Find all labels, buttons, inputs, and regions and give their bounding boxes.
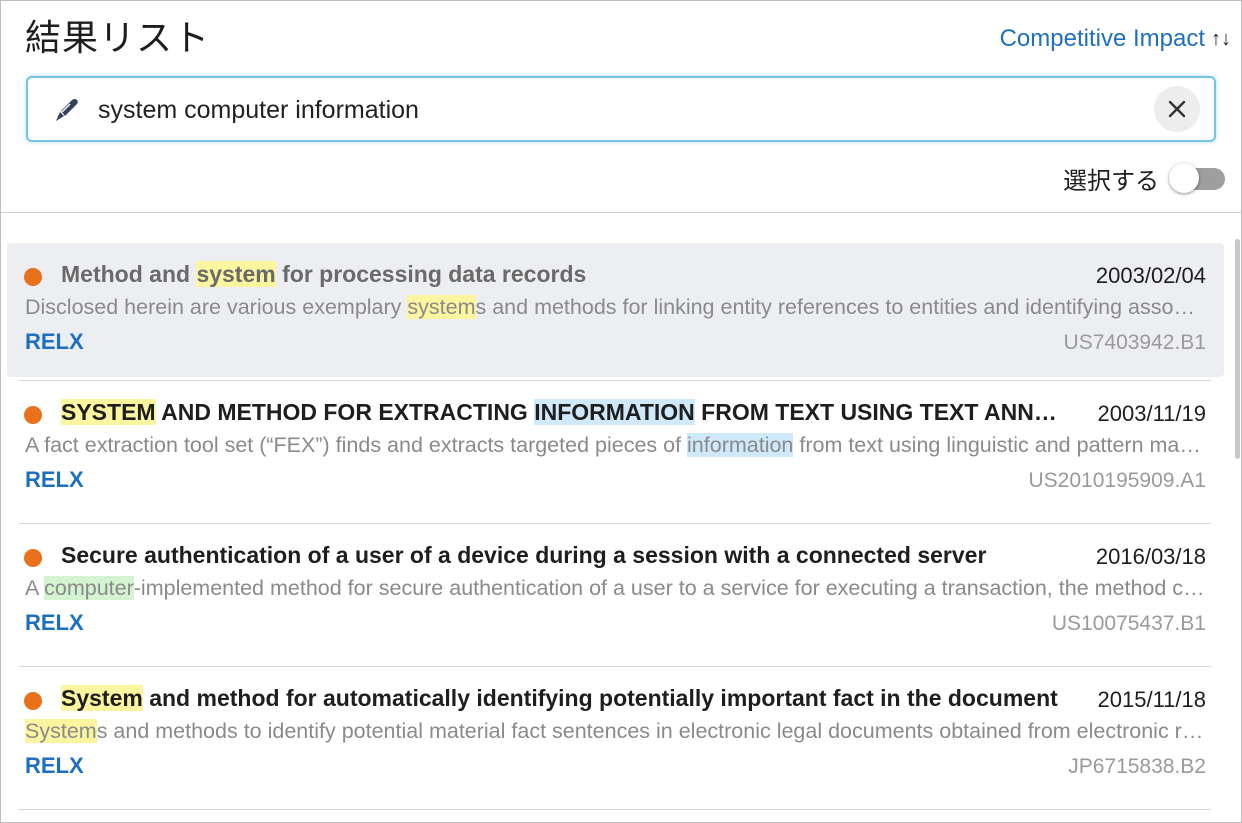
result-source-link[interactable]: RELX bbox=[25, 467, 84, 493]
status-dot-icon bbox=[24, 406, 42, 424]
select-toggle-row: 選択する bbox=[1063, 161, 1225, 196]
highlighted-term: SYSTEM bbox=[61, 399, 156, 425]
scrollbar-thumb[interactable] bbox=[1235, 239, 1240, 459]
search-box bbox=[26, 76, 1216, 142]
text-segment: from text using linguistic and pattern m… bbox=[799, 433, 1205, 457]
text-segment: s and methods for linking entity referen… bbox=[475, 295, 1206, 319]
result-divider bbox=[19, 809, 1211, 810]
result-date: 2016/03/18 bbox=[1095, 544, 1206, 569]
result-publication-number: US2010195909.A1 bbox=[1028, 469, 1207, 492]
status-dot-icon bbox=[24, 692, 42, 710]
result-item[interactable]: Secure authentication of a user of a dev… bbox=[7, 524, 1224, 666]
highlighted-term: system bbox=[407, 295, 476, 319]
search-input[interactable] bbox=[98, 88, 1148, 132]
text-segment: A fact extraction tool set (“FEX”) finds… bbox=[25, 433, 688, 457]
result-title[interactable]: Method and system for processing data re… bbox=[61, 261, 1061, 288]
text-segment: Secure authentication of a user of a dev… bbox=[61, 542, 987, 568]
result-item[interactable]: SYSTEM AND METHOD FOR EXTRACTING INFORMA… bbox=[7, 381, 1224, 523]
text-segment: AND METHOD FOR EXTRACTING bbox=[155, 399, 535, 425]
highlighted-term: System bbox=[61, 685, 143, 711]
text-segment: s and methods to identify potential mate… bbox=[96, 719, 1205, 743]
result-source-link[interactable]: RELX bbox=[25, 610, 84, 636]
highlighted-term: information bbox=[687, 433, 794, 457]
result-title[interactable]: Secure authentication of a user of a dev… bbox=[61, 542, 1061, 569]
result-snippet: A fact extraction tool set (“FEX”) finds… bbox=[25, 433, 1205, 458]
sort-button[interactable]: Competitive Impact ↑↓ bbox=[1000, 25, 1231, 53]
clear-search-button[interactable] bbox=[1154, 86, 1200, 132]
result-snippet: A computer-implemented method for secure… bbox=[25, 576, 1205, 601]
result-source-link[interactable]: RELX bbox=[25, 329, 84, 355]
close-icon bbox=[1168, 100, 1186, 118]
result-date: 2003/11/19 bbox=[1097, 401, 1206, 426]
highlighted-term: INFORMATION bbox=[534, 399, 695, 425]
result-publication-number: JP6715838.B2 bbox=[1068, 755, 1206, 778]
result-item[interactable]: System and method for automatically iden… bbox=[7, 667, 1224, 809]
text-segment: for processing data records bbox=[275, 261, 587, 287]
result-title[interactable]: System and method for automatically iden… bbox=[61, 685, 1061, 712]
result-item[interactable]: Method and system for processing data re… bbox=[7, 243, 1224, 377]
toggle-knob bbox=[1169, 162, 1199, 193]
select-toggle-label: 選択する bbox=[1063, 167, 1159, 195]
result-snippet: Systems and methods to identify potentia… bbox=[25, 719, 1205, 744]
text-segment: Method and bbox=[61, 261, 197, 287]
result-publication-number: US7403942.B1 bbox=[1063, 331, 1206, 354]
results-list: Method and system for processing data re… bbox=[7, 243, 1224, 810]
result-date: 2003/02/04 bbox=[1095, 263, 1206, 288]
highlighted-term: computer bbox=[44, 576, 134, 600]
results-panel: 結果リスト Competitive Impact ↑↓ 選択する Method … bbox=[0, 0, 1242, 823]
sort-arrows-icon: ↑↓ bbox=[1211, 27, 1231, 50]
result-title[interactable]: SYSTEM AND METHOD FOR EXTRACTING INFORMA… bbox=[61, 399, 1061, 426]
text-segment: FROM TEXT USING TEXT ANNOTATION AND FACT… bbox=[701, 399, 1061, 425]
result-source-link[interactable]: RELX bbox=[25, 753, 84, 779]
text-segment: -implemented method for secure authentic… bbox=[133, 576, 1205, 600]
status-dot-icon bbox=[24, 268, 42, 286]
highlighted-term: system bbox=[196, 261, 276, 287]
highlighted-term: System bbox=[25, 719, 97, 743]
result-snippet: Disclosed herein are various exemplary s… bbox=[25, 295, 1205, 320]
highlighter-pen-icon bbox=[56, 99, 78, 121]
result-publication-number: US10075437.B1 bbox=[1051, 612, 1206, 635]
result-date: 2015/11/18 bbox=[1097, 687, 1206, 712]
text-segment: Disclosed herein are various exemplary bbox=[25, 295, 408, 319]
text-segment: A bbox=[25, 576, 45, 600]
status-dot-icon bbox=[24, 549, 42, 567]
sort-label: Competitive Impact bbox=[999, 25, 1205, 52]
header-divider bbox=[1, 212, 1241, 213]
text-segment: and method for automatically identifying… bbox=[142, 685, 1058, 711]
page-title: 結果リスト bbox=[25, 18, 211, 59]
select-toggle-switch[interactable] bbox=[1169, 162, 1225, 193]
